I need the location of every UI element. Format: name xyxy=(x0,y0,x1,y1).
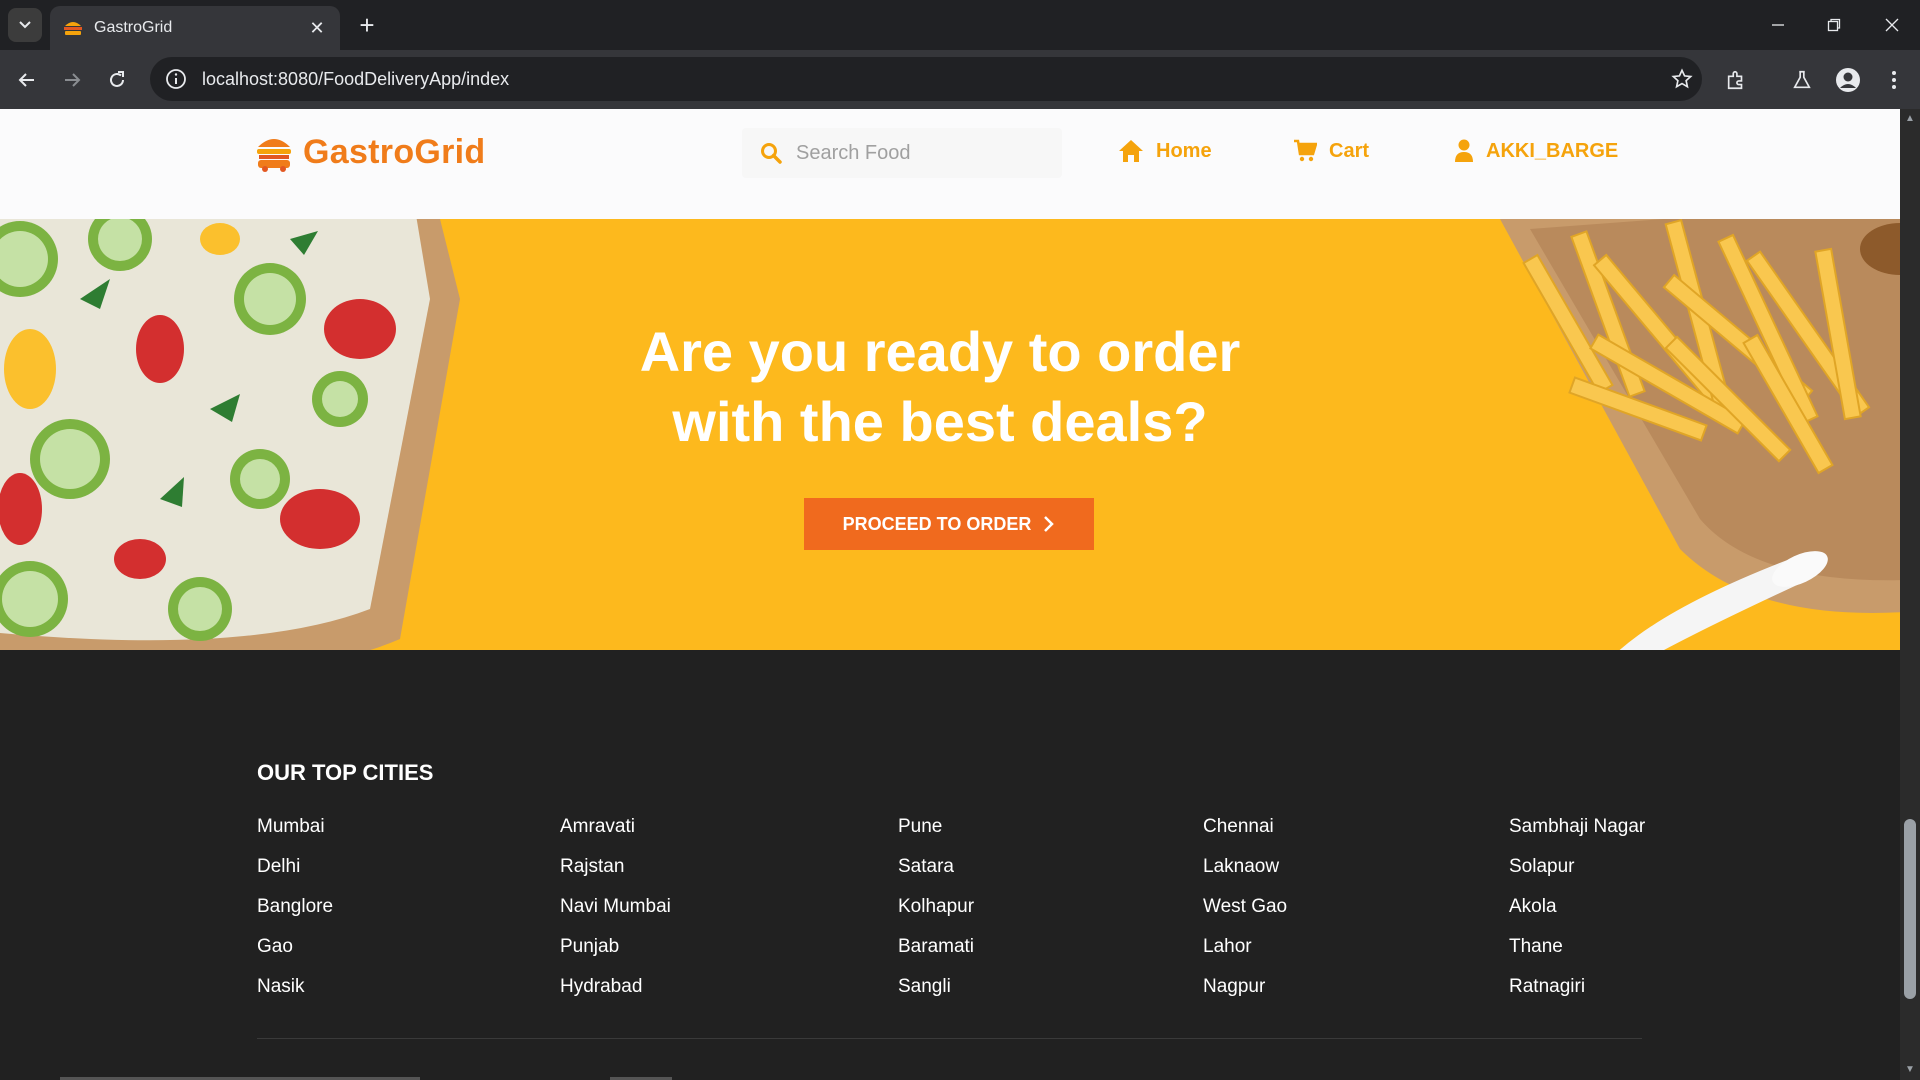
user-icon xyxy=(1455,139,1473,162)
footer-divider xyxy=(257,1038,1642,1039)
hero-banner: Are you ready to order with the best dea… xyxy=(0,219,1900,650)
burger-logo-icon xyxy=(257,139,291,172)
page-viewport: GastroGrid Home Cart AKKI_BARGE xyxy=(0,109,1900,1080)
bookmark-star-icon[interactable] xyxy=(1662,68,1702,90)
city-link[interactable]: Banglore xyxy=(257,894,333,934)
site-header: GastroGrid Home Cart AKKI_BARGE xyxy=(0,109,1900,219)
nav-user-link[interactable]: AKKI_BARGE xyxy=(1454,139,1618,163)
chevron-down-icon xyxy=(19,21,31,29)
brand-logo[interactable]: GastroGrid xyxy=(255,131,485,173)
burger-favicon-icon xyxy=(64,22,82,35)
chevron-right-icon xyxy=(1044,516,1055,532)
extensions-icon[interactable] xyxy=(1720,64,1752,96)
city-link[interactable]: West Gao xyxy=(1203,894,1287,934)
city-link[interactable]: Hydrabad xyxy=(560,974,671,1014)
close-icon[interactable]: ✕ xyxy=(306,17,328,39)
city-link[interactable]: Mumbai xyxy=(257,814,333,854)
site-footer: OUR TOP CITIES Mumbai Delhi Banglore Gao… xyxy=(0,650,1900,1080)
scrollbar-thumb[interactable] xyxy=(1904,819,1916,999)
info-icon[interactable] xyxy=(164,67,188,91)
search-field[interactable] xyxy=(742,128,1062,178)
search-icon xyxy=(761,143,782,164)
city-column-1: Mumbai Delhi Banglore Gao Nasik xyxy=(257,814,333,1014)
minimize-button[interactable] xyxy=(1758,10,1798,40)
home-icon xyxy=(1119,140,1143,162)
scroll-up-arrow-icon[interactable]: ▲ xyxy=(1904,113,1916,125)
arrow-left-icon xyxy=(18,73,34,87)
city-link[interactable]: Sambhaji Nagar xyxy=(1509,814,1645,854)
city-link[interactable]: Ratnagiri xyxy=(1509,974,1645,1014)
city-link[interactable]: Satara xyxy=(898,854,974,894)
city-link[interactable]: Thane xyxy=(1509,934,1645,974)
restore-button[interactable] xyxy=(1814,10,1854,40)
top-cities-heading: OUR TOP CITIES xyxy=(257,760,434,785)
kebab-menu-icon[interactable] xyxy=(1878,64,1910,96)
labs-flask-icon[interactable] xyxy=(1786,64,1818,96)
city-link[interactable]: Laknaow xyxy=(1203,854,1287,894)
city-link[interactable]: Pune xyxy=(898,814,974,854)
city-link[interactable]: Punjab xyxy=(560,934,671,974)
city-link[interactable]: Akola xyxy=(1509,894,1645,934)
close-window-button[interactable] xyxy=(1872,10,1912,40)
city-column-2: Amravati Rajstan Navi Mumbai Punjab Hydr… xyxy=(560,814,671,1014)
nav-user-label: AKKI_BARGE xyxy=(1486,139,1619,162)
city-column-4: Chennai Laknaow West Gao Lahor Nagpur xyxy=(1203,814,1287,1014)
city-link[interactable]: Chennai xyxy=(1203,814,1287,854)
city-link[interactable]: Rajstan xyxy=(560,854,671,894)
reload-button[interactable] xyxy=(99,62,135,98)
reload-icon xyxy=(110,71,124,87)
minimize-icon xyxy=(1772,24,1784,26)
proceed-to-order-button[interactable]: PROCEED TO ORDER xyxy=(804,498,1094,550)
arrow-right-icon xyxy=(65,73,81,87)
city-link[interactable]: Delhi xyxy=(257,854,333,894)
hero-title-line-2: with the best deals? xyxy=(672,390,1208,453)
tab-title: GastroGrid xyxy=(94,19,173,36)
scroll-down-arrow-icon[interactable]: ▼ xyxy=(1904,1064,1916,1076)
city-link[interactable]: Gao xyxy=(257,934,333,974)
close-icon xyxy=(1885,18,1899,32)
browser-toolbar: localhost:8080/FoodDeliveryApp/index xyxy=(0,50,1920,109)
city-link[interactable]: Amravati xyxy=(560,814,671,854)
city-column-5: Sambhaji Nagar Solapur Akola Thane Ratna… xyxy=(1509,814,1645,1014)
browser-tab[interactable]: GastroGrid ✕ xyxy=(50,6,340,50)
new-tab-button[interactable]: + xyxy=(352,10,382,40)
profile-avatar-icon[interactable] xyxy=(1832,64,1864,96)
search-input[interactable] xyxy=(796,141,1036,165)
nav-cart-label: Cart xyxy=(1329,139,1370,162)
city-link[interactable]: Lahor xyxy=(1203,934,1287,974)
city-link[interactable]: Baramati xyxy=(898,934,974,974)
url-text[interactable]: localhost:8080/FoodDeliveryApp/index xyxy=(202,69,1662,90)
browser-tab-bar: GastroGrid ✕ + xyxy=(0,0,1920,50)
city-link[interactable]: Sangli xyxy=(898,974,974,1014)
cart-icon xyxy=(1294,139,1317,162)
city-link[interactable]: Nagpur xyxy=(1203,974,1287,1014)
forward-button[interactable] xyxy=(54,62,90,98)
salad-bowl-image xyxy=(0,219,460,650)
nav-home-label: Home xyxy=(1156,139,1212,162)
restore-icon xyxy=(1827,18,1841,32)
city-link[interactable]: Kolhapur xyxy=(898,894,974,934)
city-link[interactable]: Nasik xyxy=(257,974,333,1014)
brand-name: GastroGrid xyxy=(303,132,486,171)
address-bar[interactable]: localhost:8080/FoodDeliveryApp/index xyxy=(150,57,1702,101)
back-button[interactable] xyxy=(9,62,45,98)
city-link[interactable]: Solapur xyxy=(1509,854,1645,894)
proceed-to-order-label: PROCEED TO ORDER xyxy=(842,513,1032,534)
fries-box-image xyxy=(1500,219,1900,650)
hero-title-line-1: Are you ready to order xyxy=(639,320,1241,383)
city-column-3: Pune Satara Kolhapur Baramati Sangli xyxy=(898,814,974,1014)
nav-home-link[interactable]: Home xyxy=(1118,139,1212,163)
tab-search-button[interactable] xyxy=(8,8,42,42)
page-scrollbar[interactable]: ▲ ▼ xyxy=(1900,109,1920,1080)
city-link[interactable]: Navi Mumbai xyxy=(560,894,671,934)
hero-title: Are you ready to order with the best dea… xyxy=(540,317,1340,457)
nav-cart-link[interactable]: Cart xyxy=(1293,139,1369,163)
